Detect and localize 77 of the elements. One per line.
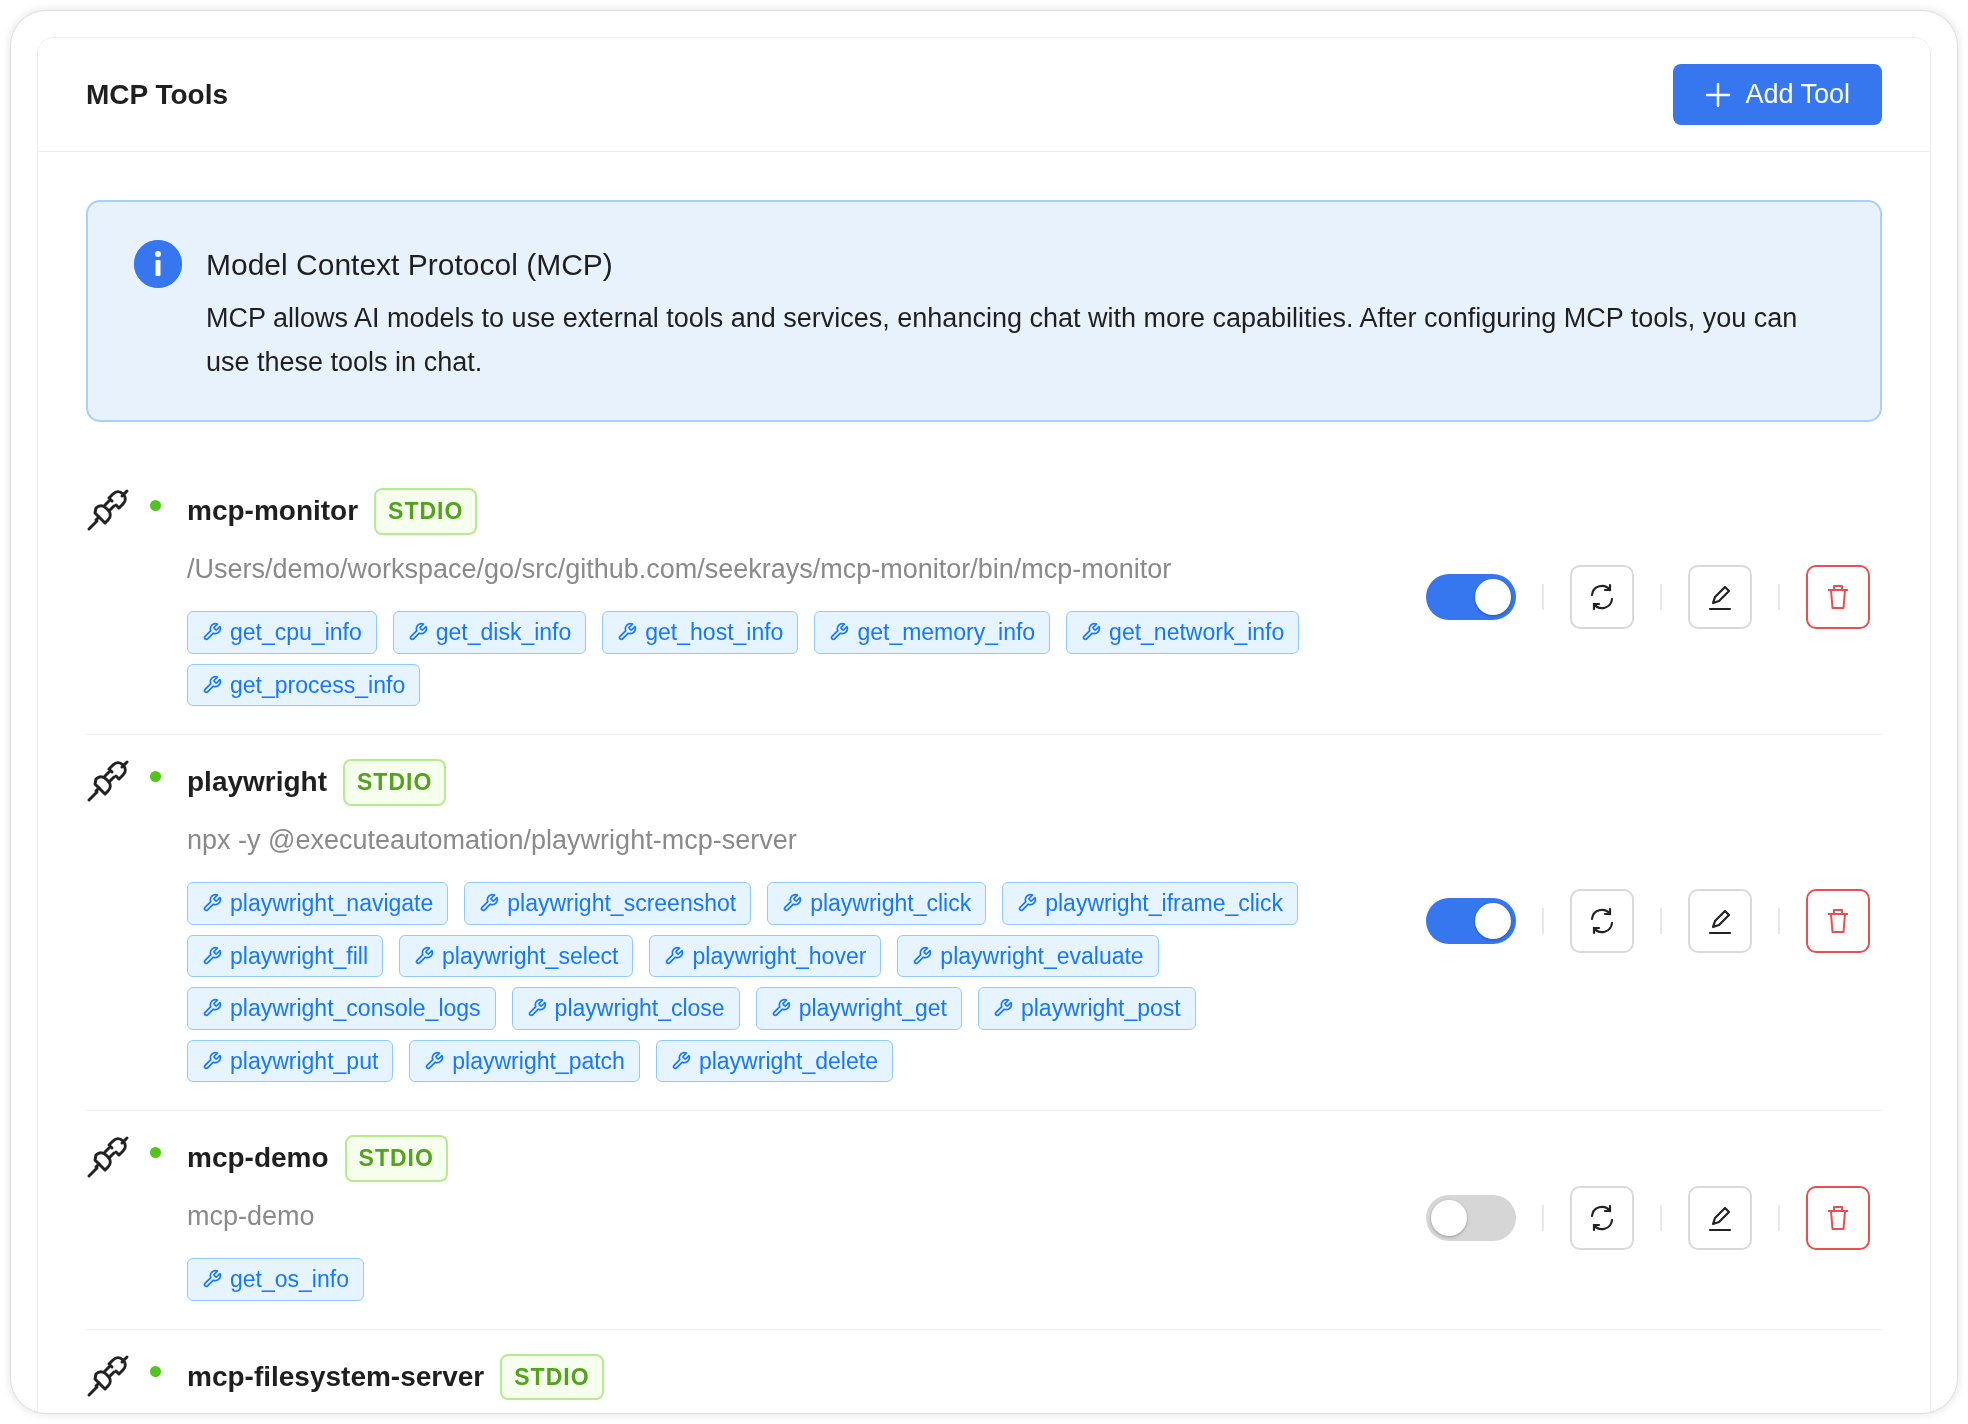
tool-tag: playwright_put [187,1039,394,1082]
tool-tag: get_memory_info [814,611,1051,654]
tool-tag: playwright_delete [655,1039,893,1082]
tool-tag: playwright_navigate [187,882,449,925]
wrench-icon [829,622,850,643]
server-command: mcp-demo [187,1199,316,1233]
wrench-icon [617,622,638,643]
tool-tag: get_os_info [187,1258,364,1301]
transport-tag: STDIO [344,1135,448,1182]
wrench-icon [202,674,222,695]
tool-tag: get_host_info [602,611,799,654]
server-name: mcp-filesystem-server [187,1359,485,1394]
wrench-icon [912,945,933,966]
tool-tag: get_disk_info [392,611,587,654]
wrench-icon [479,893,500,914]
wrench-icon [202,893,222,914]
edit-button[interactable] [1688,888,1752,953]
transport-tag: STDIO [374,488,478,535]
enable-toggle[interactable] [1426,897,1516,944]
tool-tag: playwright_patch [409,1039,640,1082]
tool-tag: playwright_screenshot [464,882,752,925]
wrench-icon [782,893,803,914]
wrench-icon [407,622,428,643]
tool-tag: playwright_evaluate [897,934,1159,977]
tool-tag: get_process_info [187,663,421,706]
wrench-icon [202,945,222,966]
transport-tag: STDIO [500,1353,604,1400]
server-command: npx -y @executeautomation/playwright-mcp-server [187,823,798,857]
tool-tag: playwright_iframe_click [1002,882,1298,925]
refresh-button[interactable] [1570,565,1634,629]
info-title: Model Context Protocol (MCP) [206,246,613,283]
edit-button[interactable] [1688,565,1752,629]
server-name: mcp-demo [187,1141,329,1176]
tool-tag: playwright_post [977,987,1196,1030]
wrench-icon [202,998,222,1019]
wrench-icon [664,945,685,966]
wrench-icon [992,998,1013,1019]
plus-icon [1705,81,1732,108]
delete-button[interactable] [1806,565,1870,629]
server-name: playwright [187,765,327,800]
tool-tag: get_cpu_info [187,611,377,654]
wrench-icon [414,945,435,966]
wrench-icon [670,1050,691,1071]
tool-tag: playwright_console_logs [187,987,496,1030]
wrench-icon [202,1050,222,1071]
wrench-icon [1017,893,1038,914]
transport-tag: STDIO [343,759,447,806]
wrench-icon [202,1269,222,1290]
tool-tag: get_network_info [1066,611,1300,654]
enable-toggle[interactable] [1426,1194,1516,1241]
plug-icon [86,1353,130,1398]
tool-tag: playwright_fill [187,934,384,977]
refresh-button[interactable] [1570,1185,1634,1250]
delete-button[interactable] [1806,888,1870,953]
page-title: MCP Tools [86,77,229,112]
enable-toggle[interactable] [1426,574,1516,620]
add-tool-button[interactable]: Add Tool [1673,64,1882,125]
tool-tag: playwright_close [511,987,740,1030]
info-text: MCP allows AI models to use external tools and services, enhancing chat with more capabilities. After configuring MCP tools, you can use these tools in chat. [206,302,1799,379]
info-icon [134,240,182,288]
wrench-icon [202,622,222,643]
tool-tag: playwright_get [755,987,962,1030]
wrench-icon [526,998,547,1019]
plug-icon [86,759,130,803]
wrench-icon [1081,622,1102,643]
server-name: mcp-monitor [187,494,359,529]
wrench-icon [424,1050,445,1071]
wrench-icon [770,998,791,1019]
refresh-button[interactable] [1570,888,1634,953]
delete-button[interactable] [1806,1185,1870,1250]
tool-tag: playwright_hover [649,934,882,977]
tool-tag: playwright_select [399,934,634,977]
tool-tag: playwright_click [767,882,987,925]
server-command: /Users/demo/workspace/go/src/github.com/seekrays/mcp-monitor/bin/mcp-monitor [187,552,1173,586]
plug-icon [86,1135,130,1179]
plug-icon [86,488,130,532]
edit-button[interactable] [1688,1185,1752,1250]
